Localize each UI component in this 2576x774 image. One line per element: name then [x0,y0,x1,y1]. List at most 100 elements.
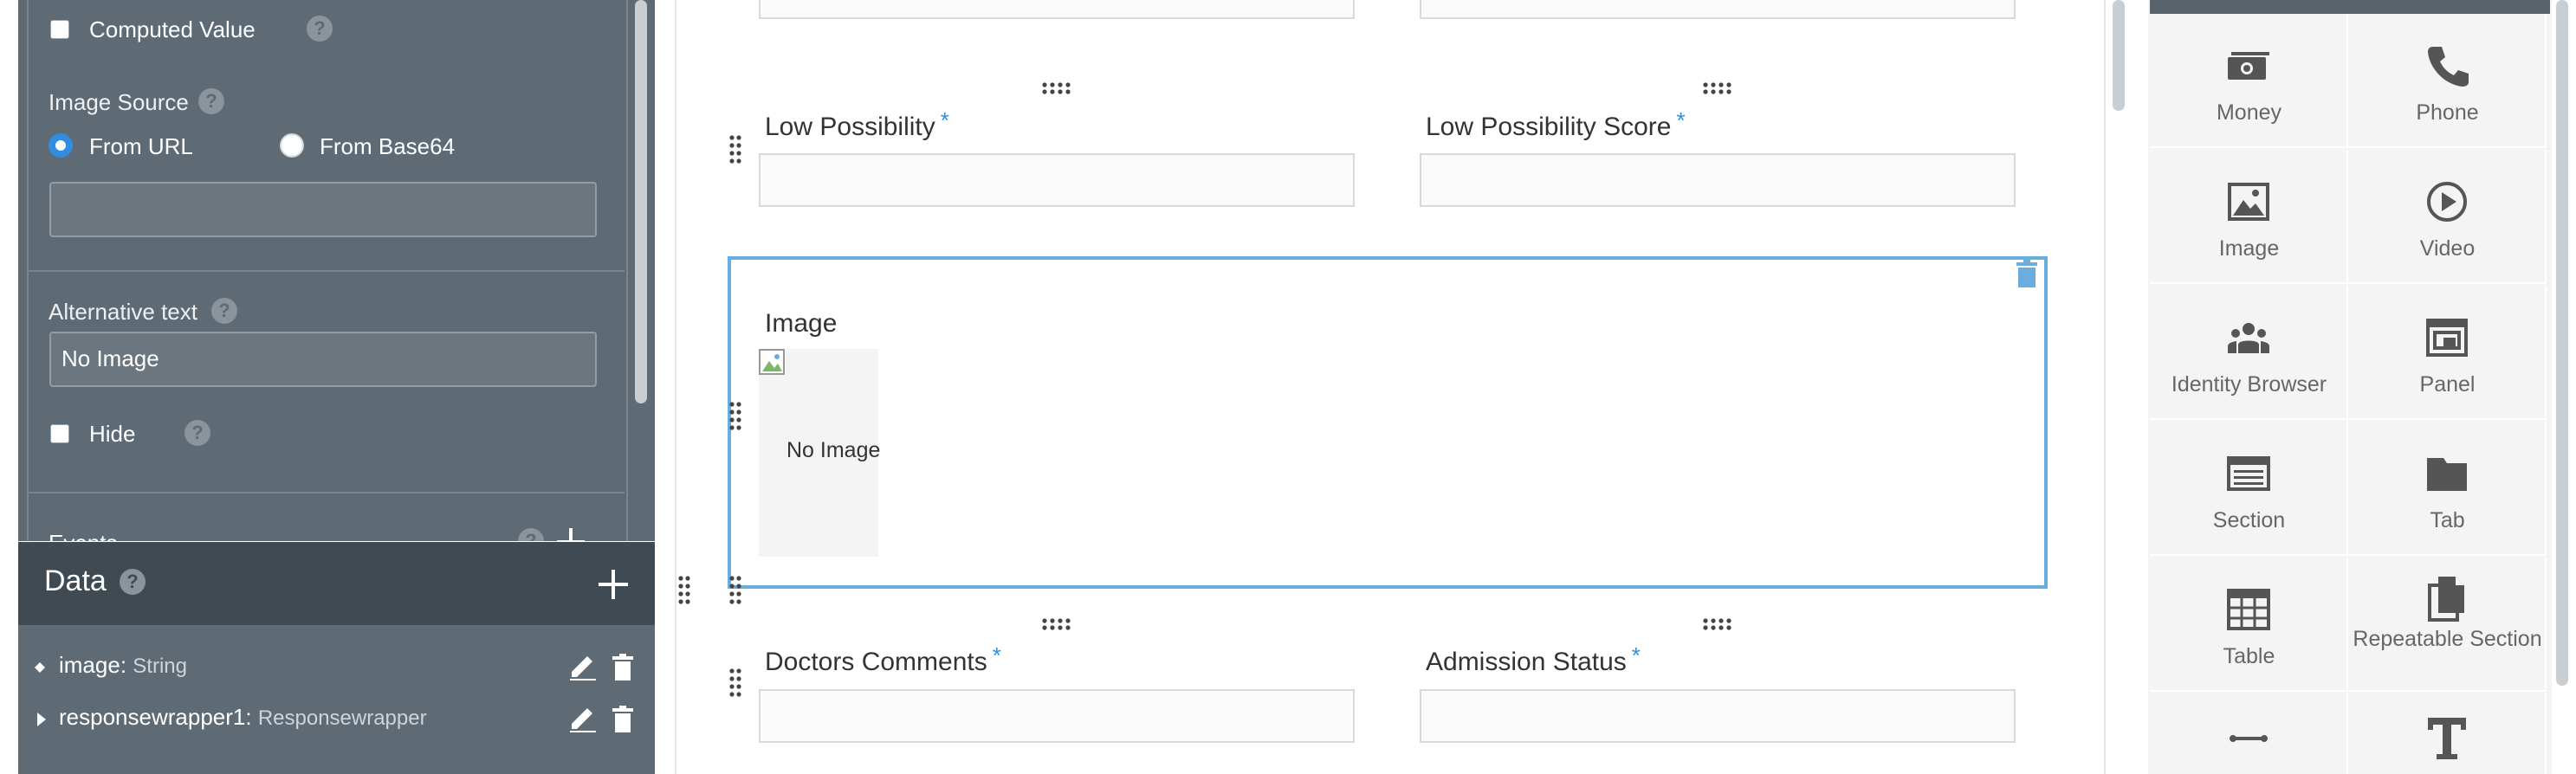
table-icon [2227,589,2270,630]
doctors-comments-input[interactable] [759,689,1355,743]
text-icon [2428,718,2466,759]
alt-text-label: Alternative text [49,299,197,325]
palette-item-identity-browser[interactable]: Identity Browser [2150,286,2348,420]
properties-scroll-area: Computed Value ? Image Source ? From URL… [18,0,655,541]
palette-item-phone[interactable]: Phone [2348,14,2547,148]
required-marker: * [1631,642,1641,668]
from-base64-label: From Base64 [320,133,456,159]
palette-item-panel[interactable]: Panel [2348,286,2547,420]
phone-icon [2428,47,2469,87]
alt-text-input[interactable]: No Image [49,332,597,387]
required-marker: * [940,107,949,133]
palette-item-repeatable-section[interactable]: Repeatable Section [2348,558,2547,692]
data-help-icon[interactable]: ? [120,569,146,595]
image-url-input[interactable] [49,182,597,237]
palette-item-tab[interactable]: Tab [2348,422,2547,556]
admission-status-input[interactable] [1420,689,2016,743]
section-icon [2227,456,2270,491]
selected-image-component[interactable] [728,256,2048,589]
expand-arrow-icon[interactable] [36,712,48,727]
data-panel: Data ? image: String responsewrapper1: R… [18,542,655,774]
hide-help-icon[interactable]: ? [184,420,210,446]
edit-icon[interactable] [568,653,598,682]
palette-item-label: Identity Browser [2171,372,2327,397]
field-label-low-possibility: Low Possibility * [765,107,949,141]
row-drag-handle-icon[interactable] [678,575,690,608]
low-possibility-input[interactable] [759,153,1355,207]
data-item-responsewrapper1[interactable]: responsewrapper1: Responsewrapper [18,700,655,743]
from-url-radio[interactable] [49,133,73,158]
palette-item-label: Video [2419,236,2476,261]
row-drag-handle-icon[interactable] [729,668,741,700]
palette-item-image[interactable]: Image [2150,150,2348,284]
delete-icon[interactable] [611,653,635,682]
data-item-image[interactable]: image: String [18,648,655,691]
properties-panel: Computed Value ? Image Source ? From URL… [0,0,655,774]
palette-item-video[interactable]: Video [2348,150,2547,284]
image-source-help-icon[interactable]: ? [198,88,224,114]
image-source-label: Image Source [49,89,189,115]
data-panel-header: Data ? [18,542,655,625]
broken-image-icon [759,349,785,375]
column-drag-handle-icon[interactable] [1702,618,1733,630]
field-label-low-possibility-score: Low Possibility Score * [1426,107,1686,141]
column-drag-handle-icon[interactable] [1041,618,1072,630]
hide-label: Hide [89,421,136,447]
video-icon [2427,182,2467,222]
properties-scrollbar[interactable] [635,0,647,403]
image-field-label: Image [765,309,838,338]
delete-component-icon[interactable] [2015,258,2039,289]
canvas-scrollbar[interactable] [2113,0,2125,111]
field-label-admission-status: Admission Status * [1426,642,1641,676]
row-drag-handle-icon[interactable] [729,134,741,167]
separator-icon [2230,735,2268,742]
palette-item-text[interactable] [2348,693,2547,774]
canvas-border [675,0,676,774]
required-marker: * [1676,107,1686,133]
repeatable-section-icon [2428,577,2464,622]
column-drag-handle-icon[interactable] [1702,82,1733,94]
data-panel-title: Data [44,564,107,597]
computed-value-checkbox[interactable] [50,20,69,39]
field-label-doctors-comments: Doctors Comments * [765,642,1001,676]
data-item-name: image: [59,652,127,678]
palette-item-label: Phone [2416,100,2479,125]
add-data-icon[interactable] [597,568,630,601]
palette-item-money[interactable]: Money [2150,14,2348,148]
diamond-icon [35,662,45,673]
data-item-type: String [133,655,187,678]
computed-value-label: Computed Value [89,16,256,42]
palette-item-label: Image [2218,236,2280,261]
hide-checkbox[interactable] [50,424,69,443]
alt-text-help-icon[interactable]: ? [211,298,237,324]
palette-header [2150,0,2550,14]
required-marker: * [992,642,1001,668]
add-event-icon[interactable] [555,526,586,541]
from-url-label: From URL [89,133,193,159]
palette-item-label: Panel [2419,372,2476,397]
computed-value-help-icon[interactable]: ? [307,16,333,42]
palette-item-label: Money [2216,100,2282,125]
low-possibility-score-input[interactable] [1420,153,2016,207]
column-drag-handle-icon[interactable] [1041,82,1072,94]
from-base64-radio[interactable] [280,133,304,158]
palette-item-label: Section [2212,508,2286,532]
data-item-name: responsewrapper1: [59,704,252,730]
palette-item-label: Tab [2430,508,2465,532]
tab-icon [2427,458,2467,491]
palette-scrollbar[interactable] [2556,0,2568,686]
field-input[interactable] [1420,0,2016,19]
palette-item-table[interactable]: Table [2150,558,2348,692]
palette-item-separator[interactable] [2150,693,2348,774]
delete-icon[interactable] [611,705,635,734]
field-input[interactable] [759,0,1355,19]
image-placeholder-text: No Image [786,438,881,462]
image-icon [2228,183,2269,221]
panel-icon [2426,319,2468,357]
palette-item-label: Repeatable Section [2353,627,2542,651]
palette-item-section[interactable]: Section [2150,422,2348,556]
row-drag-handle-icon[interactable] [729,401,741,434]
edit-icon[interactable] [568,705,598,734]
row-drag-handle-icon[interactable] [729,575,741,608]
events-label: Events [49,530,118,541]
